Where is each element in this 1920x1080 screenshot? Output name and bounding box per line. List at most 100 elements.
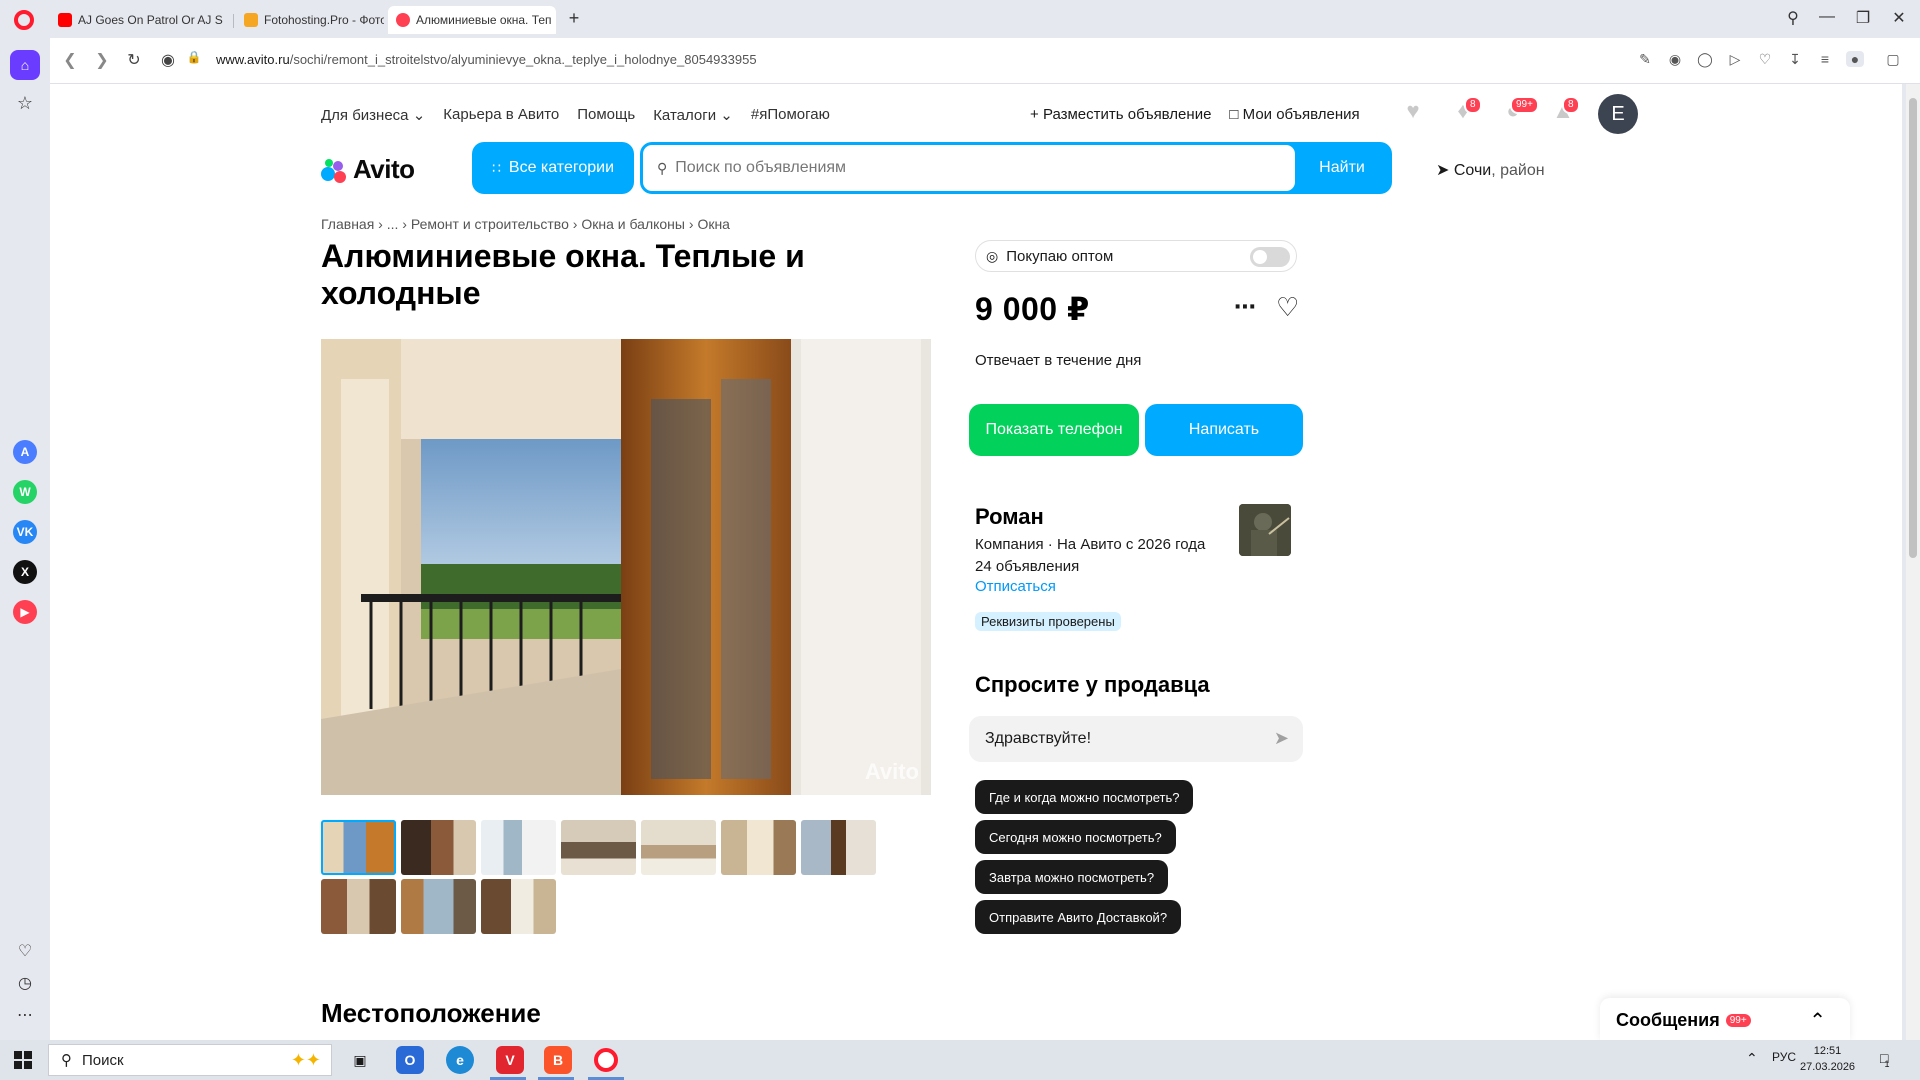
- chevron-up-icon[interactable]: ⌃: [1809, 1008, 1826, 1033]
- windows-start-icon[interactable]: [14, 1051, 32, 1069]
- x-twitter-icon[interactable]: X: [13, 560, 37, 584]
- edge-icon[interactable]: e: [446, 1046, 474, 1074]
- browser-tab[interactable]: Fotohosting.Pro - Фотохо: [236, 6, 384, 34]
- shield-icon[interactable]: ◯: [1696, 51, 1714, 68]
- opera-taskbar-icon[interactable]: [594, 1048, 618, 1072]
- brave-icon[interactable]: B: [544, 1046, 572, 1074]
- new-tab-button[interactable]: +: [564, 9, 584, 29]
- task-view-icon[interactable]: ▣: [346, 1046, 374, 1074]
- quick-question-button[interactable]: Отправите Авито Доставкой?: [975, 900, 1182, 934]
- url-field[interactable]: www.avito.ru/sochi/remont_i_stroitelstvo…: [216, 52, 757, 67]
- messages-panel[interactable]: Сообщения 99+ ⌃: [1600, 998, 1850, 1040]
- favorites-heart-icon[interactable]: ♥: [1400, 98, 1426, 124]
- thumbnail[interactable]: [801, 820, 876, 875]
- lock-icon[interactable]: 🔒: [184, 50, 204, 64]
- favorite-heart-icon[interactable]: ♡: [1276, 292, 1299, 323]
- menu-icon[interactable]: ≡: [1816, 51, 1834, 67]
- nav-help[interactable]: Помощь: [577, 106, 635, 124]
- download-icon[interactable]: ↧: [1786, 51, 1804, 68]
- scrollbar[interactable]: [1906, 84, 1920, 1040]
- profile-icon[interactable]: ●: [1846, 51, 1864, 67]
- breadcrumb-repair[interactable]: Ремонт и строительство: [411, 216, 569, 232]
- unsubscribe-link[interactable]: Отписаться: [975, 578, 1056, 595]
- wholesale-toggle-row[interactable]: ◎ Покупаю оптом: [975, 240, 1297, 272]
- avito-logo[interactable]: Avito: [321, 154, 415, 185]
- forward-button[interactable]: ❯: [92, 50, 112, 70]
- message-input[interactable]: Здравствуйте! ➤: [969, 716, 1303, 762]
- location-selector[interactable]: ➤ Сочи, район: [1436, 160, 1545, 180]
- player-icon[interactable]: ▶: [13, 600, 37, 624]
- location-pin-icon[interactable]: ◉: [158, 50, 178, 70]
- search-icon: ⚲: [657, 159, 668, 176]
- wholesale-toggle[interactable]: [1250, 247, 1290, 267]
- home-icon[interactable]: ⌂: [10, 50, 40, 80]
- post-ad-button[interactable]: + Разместить объявление: [1030, 106, 1211, 123]
- write-message-button[interactable]: Написать: [1145, 404, 1303, 456]
- tray-chevron-icon[interactable]: ⌃: [1746, 1050, 1758, 1067]
- thumbnail[interactable]: [321, 820, 396, 875]
- send-icon[interactable]: ➤: [1274, 728, 1289, 749]
- nav-business[interactable]: Для бизнеса ⌄: [321, 106, 425, 124]
- thumbnail[interactable]: [401, 820, 476, 875]
- heart-icon[interactable]: ♡: [10, 936, 40, 966]
- thumbnail[interactable]: [401, 879, 476, 934]
- edit-icon[interactable]: ✎: [1636, 51, 1654, 68]
- find-button[interactable]: Найти: [1295, 145, 1389, 191]
- notifications-badge: 8: [1464, 96, 1482, 114]
- quick-question-button[interactable]: Сегодня можно посмотреть?: [975, 820, 1176, 854]
- clock[interactable]: 12:51 27.03.2026: [1800, 1043, 1855, 1075]
- star-icon[interactable]: ☆: [10, 88, 40, 118]
- top-nav: Для бизнеса ⌄ Карьера в Авито Помощь Кат…: [321, 106, 830, 124]
- notification-center-icon[interactable]: □1: [1880, 1050, 1893, 1069]
- minimize-button[interactable]: —: [1812, 8, 1842, 26]
- play-icon[interactable]: ▷: [1726, 51, 1744, 68]
- vivaldi-icon[interactable]: V: [496, 1046, 524, 1074]
- seller-name[interactable]: Роман: [975, 504, 1044, 530]
- scrollbar-thumb[interactable]: [1909, 98, 1917, 558]
- breadcrumb-windows[interactable]: Окна: [697, 216, 730, 232]
- outlook-icon[interactable]: O: [396, 1046, 424, 1074]
- nav-ya-pomogayu[interactable]: #яПомогаю: [751, 106, 830, 124]
- breadcrumb-home[interactable]: Главная: [321, 216, 374, 232]
- browser-tab[interactable]: AJ Goes On Patrol Or AJ S: [50, 6, 230, 34]
- search-input[interactable]: [675, 159, 1236, 177]
- nav-career[interactable]: Карьера в Авито: [443, 106, 559, 124]
- quick-question-button[interactable]: Где и когда можно посмотреть?: [975, 780, 1194, 814]
- more-dots-icon[interactable]: ⋯: [10, 1000, 40, 1030]
- thumbnail[interactable]: [321, 879, 396, 934]
- browser-search-icon[interactable]: ⚲: [1778, 8, 1808, 28]
- all-categories-button[interactable]: ∷ Все категории: [472, 142, 634, 194]
- nav-catalogs[interactable]: Каталоги ⌄: [653, 106, 733, 124]
- extensions-cube-icon[interactable]: ▢: [1884, 51, 1902, 68]
- location-heading: Местоположение: [321, 998, 541, 1028]
- language-indicator[interactable]: РУС: [1772, 1050, 1796, 1064]
- thumbnail[interactable]: [481, 879, 556, 934]
- vk-icon[interactable]: VK: [13, 520, 37, 544]
- opera-logo-icon[interactable]: [14, 10, 34, 30]
- taskbar-search[interactable]: ⚲ Поиск ✦✦: [48, 1044, 332, 1076]
- breadcrumb-windows-balconies[interactable]: Окна и балконы: [581, 216, 685, 232]
- heart-bookmark-icon[interactable]: ♡: [1756, 51, 1774, 68]
- restore-button[interactable]: ❐: [1848, 8, 1878, 28]
- thumbnail[interactable]: [721, 820, 796, 875]
- back-button[interactable]: ❮: [60, 50, 80, 70]
- seller-ads-count[interactable]: 24 объявления: [975, 556, 1205, 578]
- my-ads-button[interactable]: □ Мои объявления: [1229, 106, 1359, 123]
- camera-icon[interactable]: ◉: [1666, 51, 1684, 68]
- more-options-icon[interactable]: ⋯: [1234, 294, 1256, 320]
- thumbnail[interactable]: [481, 820, 556, 875]
- thumbnail[interactable]: [641, 820, 716, 875]
- main-listing-photo[interactable]: Avito: [321, 339, 931, 795]
- thumbnail[interactable]: [561, 820, 636, 875]
- aria-app-icon[interactable]: A: [13, 440, 37, 464]
- whatsapp-icon[interactable]: W: [13, 480, 37, 504]
- browser-tab-active[interactable]: Алюминиевые окна. Теп: [388, 6, 556, 34]
- breadcrumb-ellipsis[interactable]: ...: [387, 216, 399, 232]
- show-phone-button[interactable]: Показать телефон: [969, 404, 1139, 456]
- close-window-button[interactable]: ✕: [1884, 8, 1914, 28]
- reload-button[interactable]: ↻: [124, 50, 144, 70]
- quick-question-button[interactable]: Завтра можно посмотреть?: [975, 860, 1169, 894]
- history-clock-icon[interactable]: ◷: [10, 968, 40, 998]
- seller-avatar[interactable]: [1239, 504, 1291, 556]
- avatar[interactable]: E: [1598, 94, 1638, 134]
